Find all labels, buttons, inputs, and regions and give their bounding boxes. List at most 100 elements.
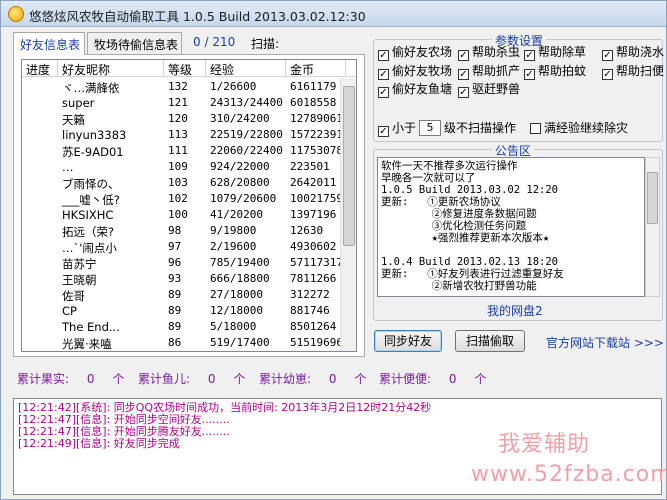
- notice-line: 软件一天不推荐多次运行操作: [381, 160, 518, 172]
- row-nickname: 光翼·来嗑: [62, 337, 112, 351]
- stat-cub-value: 0: [328, 372, 337, 386]
- sync-friends-button[interactable]: 同步好友: [374, 330, 442, 352]
- friend-table[interactable]: 进度 好友昵称 等级 经验 金币 ヾ…满艂依 132 1/26600 6161179 s…: [21, 59, 357, 352]
- scan-total: 210: [212, 35, 236, 49]
- row-exp: 519/17400: [210, 336, 270, 349]
- column-header-progress[interactable]: 进度: [22, 60, 58, 77]
- stat-cub-label: 累计幼崽:: [259, 372, 312, 386]
- param-option[interactable]: ✓ 帮助抓产: [458, 64, 521, 80]
- notice-line: 1.0.4 Build 2013.02.13 18:20: [381, 256, 559, 268]
- stat-fish: 累计鱼儿: 0 个: [138, 370, 245, 387]
- level-skip-input[interactable]: 5: [419, 120, 441, 136]
- notice-line: ②修复进度条数据问题: [381, 208, 537, 220]
- my-netdisk-link[interactable]: 我的网盘2: [487, 302, 543, 319]
- notice-group: 公告区 软件一天不推荐多次运行操作 早晚各一次就可以了 1.0.5 Build 20…: [373, 142, 663, 321]
- column-header-gold[interactable]: 金币: [286, 60, 346, 77]
- param-option[interactable]: ✓ 帮助杀虫: [458, 45, 521, 61]
- notice-line: ★强烈推荐更新本次版本★: [381, 232, 550, 244]
- stat-fish-label: 累计鱼儿:: [138, 372, 191, 386]
- param-option-label: 帮助抓产: [472, 64, 521, 78]
- scan-counter: 0 / 210: [193, 35, 235, 49]
- param-option[interactable]: ✓ 帮助除草: [524, 45, 587, 61]
- notice-line: 更新: ①更新农场协议: [381, 196, 501, 208]
- exp-full-option[interactable]: 满经验继续除灾: [530, 122, 628, 136]
- row-progress: [22, 334, 58, 351]
- stat-manure-label: 累计便便:: [379, 372, 432, 386]
- level-skip-suffix: 级不扫描操作: [444, 121, 517, 135]
- tab-ranch-steal-info[interactable]: 牧场待偷信息表: [87, 32, 182, 54]
- scan-label: 扫描:: [251, 37, 280, 51]
- params-group: 参数设置 ✓ 偷好友农场 ✓ 帮助杀虫 ✓ 帮助除草 ✓ 帮助浇水 ✓ 偷好友牧场 ✓ 帮助抓产 ✓ 帮助…: [373, 32, 665, 142]
- param-option[interactable]: ✓ 帮助扫便: [602, 64, 665, 80]
- watermark-title: 我爱辅助: [498, 432, 591, 457]
- notice-line: ③优化检测任务问题: [381, 220, 527, 232]
- row-level: 86: [168, 336, 182, 349]
- watermark-url: www.52fzba.com: [471, 462, 667, 487]
- table-row[interactable]: 光翼·来嗑 86 519/17400 51519696: [22, 334, 343, 351]
- scrollbar-thumb[interactable]: [343, 86, 355, 246]
- param-checkbox[interactable]: ✓: [602, 50, 613, 61]
- stat-manure-value: 0: [448, 372, 457, 386]
- exp-full-checkbox[interactable]: [530, 123, 541, 134]
- scan-current: 0: [193, 35, 201, 49]
- param-checkbox[interactable]: ✓: [458, 87, 469, 98]
- param-option[interactable]: ✓ 帮助拍蚊: [524, 64, 587, 80]
- stat-fruit: 累计果实: 0 个: [17, 370, 124, 387]
- column-header-exp[interactable]: 经验: [206, 60, 286, 77]
- official-download-link[interactable]: 官方网站下载站 >>>: [546, 334, 664, 351]
- param-option-label: 驱赶野兽: [472, 82, 521, 96]
- stat-fruit-unit: 个: [112, 372, 125, 386]
- tab-friend-info[interactable]: 好友信息表: [13, 32, 85, 55]
- app-icon: [8, 6, 24, 22]
- param-option-label: 帮助杀虫: [472, 45, 521, 59]
- level-skip-prefix: 小于: [392, 121, 417, 135]
- param-checkbox[interactable]: ✓: [602, 69, 613, 80]
- stat-fruit-value: 0: [86, 372, 95, 386]
- stat-fish-unit: 个: [233, 372, 246, 386]
- table-scrollbar[interactable]: [340, 78, 356, 351]
- param-checkbox[interactable]: ✓: [524, 50, 535, 61]
- param-option[interactable]: ✓ 偷好友农场: [378, 45, 453, 61]
- param-checkbox[interactable]: ✓: [458, 50, 469, 61]
- notice-scrollbar[interactable]: [645, 157, 660, 297]
- app-window: 悠悠炫风农牧自动偷取工具 1.0.5 Build 2013.03.02.12:3…: [0, 0, 667, 500]
- table-header: 进度 好友昵称 等级 经验 金币: [22, 60, 356, 77]
- param-checkbox[interactable]: ✓: [378, 69, 389, 80]
- scan-separator: /: [204, 35, 209, 49]
- stat-cub-unit: 个: [354, 372, 367, 386]
- param-option-label: 帮助浇水: [616, 45, 665, 59]
- scan-steal-button[interactable]: 扫描偷取: [455, 330, 525, 352]
- notice-scrollbar-thumb[interactable]: [647, 172, 658, 224]
- stat-fish-value: 0: [207, 372, 216, 386]
- param-option[interactable]: ✓ 驱赶野兽: [458, 82, 521, 98]
- stat-fruit-label: 累计果实:: [17, 372, 70, 386]
- stats-bar: 累计果实: 0 个 累计鱼儿: 0 个 累计幼崽: 0 个 累计便便: 0 个: [1, 364, 666, 390]
- param-checkbox[interactable]: ✓: [524, 69, 535, 80]
- stat-manure-unit: 个: [474, 372, 487, 386]
- column-header-nickname[interactable]: 好友昵称: [58, 60, 164, 77]
- level-skip-option[interactable]: ✓ 小于: [378, 121, 417, 137]
- notice-line: ②新增农牧打野兽功能: [381, 280, 537, 292]
- column-header-level[interactable]: 等级: [164, 60, 206, 77]
- exp-full-label: 满经验继续除灾: [544, 121, 629, 135]
- param-checkbox[interactable]: ✓: [458, 69, 469, 80]
- level-skip-checkbox[interactable]: ✓: [378, 126, 389, 137]
- notice-line: [381, 244, 641, 256]
- param-option[interactable]: ✓ 偷好友牧场: [378, 65, 452, 80]
- title-bar[interactable]: 悠悠炫风农牧自动偷取工具 1.0.5 Build 2013.03.02.12:3…: [1, 1, 666, 27]
- notice-line: 1.0.5 Build 2013.03.02 12:20: [381, 184, 559, 196]
- stat-manure: 累计便便: 0 个: [379, 370, 486, 387]
- param-option[interactable]: ✓ 帮助浇水: [602, 45, 665, 61]
- param-option-label: 帮助除草: [538, 45, 587, 59]
- notice-textarea[interactable]: 软件一天不推荐多次运行操作 早晚各一次就可以了 1.0.5 Build 2013.0…: [377, 157, 645, 297]
- param-option-label: 帮助扫便: [616, 64, 665, 78]
- param-option-label: 偷好友农场: [392, 45, 453, 59]
- param-checkbox[interactable]: ✓: [378, 50, 389, 61]
- param-option[interactable]: ✓ 偷好友鱼塘: [378, 82, 453, 98]
- param-option-label: 偷好友鱼塘: [392, 82, 453, 96]
- param-option-label: 帮助拍蚊: [538, 64, 587, 78]
- param-checkbox[interactable]: ✓: [378, 87, 389, 98]
- window-title: 悠悠炫风农牧自动偷取工具 1.0.5 Build 2013.03.02.12:3…: [29, 9, 366, 24]
- row-gold: 51519696: [290, 336, 343, 349]
- stat-cub: 累计幼崽: 0 个: [259, 370, 366, 387]
